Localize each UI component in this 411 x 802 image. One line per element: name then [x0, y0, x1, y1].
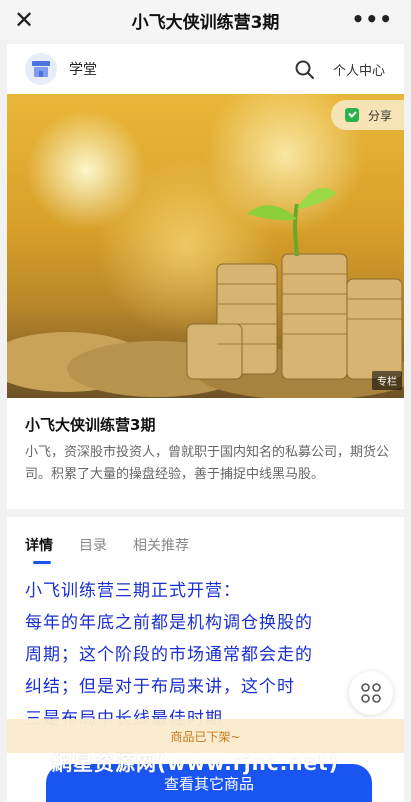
shop-logo[interactable] — [25, 53, 57, 85]
course-title: 小飞大侠训练营3期 — [25, 416, 156, 434]
article-line: 周期；这个阶段的市场通常都会走的 — [25, 645, 313, 665]
tab-catalog[interactable]: 目录 — [79, 535, 107, 555]
tab-related[interactable]: 相关推荐 — [133, 535, 189, 555]
close-icon[interactable]: ✕ — [14, 6, 34, 34]
user-center-link[interactable]: 个人中心 — [333, 60, 385, 79]
tab-details[interactable]: 详情 — [25, 535, 53, 564]
article-line: 纠结；但是对于布局来讲，这个时 — [25, 677, 295, 697]
course-info: 小飞大侠训练营3期 小飞，资深股市投资人，曾就职于国内知名的私募公司，期货公司。… — [7, 398, 404, 509]
watermark: 網星资源网(www.rjnc.net) — [52, 751, 339, 775]
article-line: 每年的年底之前都是机构调仓换股的 — [25, 613, 313, 633]
tab-bar: 详情 目录 相关推荐 — [25, 535, 215, 564]
course-cover-image: 分享 专栏 — [7, 94, 404, 398]
share-label: 分享 — [367, 108, 392, 123]
more-icon[interactable]: ••• — [352, 8, 393, 30]
coins-sprout-illustration — [7, 187, 404, 398]
share-button[interactable]: 分享 — [330, 100, 404, 130]
share-icon — [344, 108, 359, 122]
article-body: 小飞训练营三期正式开营： 每年的年底之前都是机构调仓换股的 周期；这个阶段的市场… — [25, 575, 385, 735]
top-bar: ✕ 小飞大侠训练营3期 ••• — [0, 0, 411, 40]
article-line: 小飞训练营三期正式开营： — [25, 581, 241, 601]
column-tag: 专栏 — [372, 371, 402, 390]
course-description: 小飞，资深股市投资人，曾就职于国内知名的私募公司，期货公司。积累了大量的操盘经验… — [25, 445, 390, 482]
page-title: 小飞大侠训练营3期 — [131, 12, 280, 33]
shop-header: 学堂 个人中心 — [7, 44, 404, 94]
grid-icon — [361, 683, 381, 703]
floating-menu-button[interactable] — [349, 671, 393, 715]
store-icon — [32, 61, 50, 77]
shop-name[interactable]: 学堂 — [69, 59, 97, 79]
search-icon[interactable] — [294, 59, 316, 81]
